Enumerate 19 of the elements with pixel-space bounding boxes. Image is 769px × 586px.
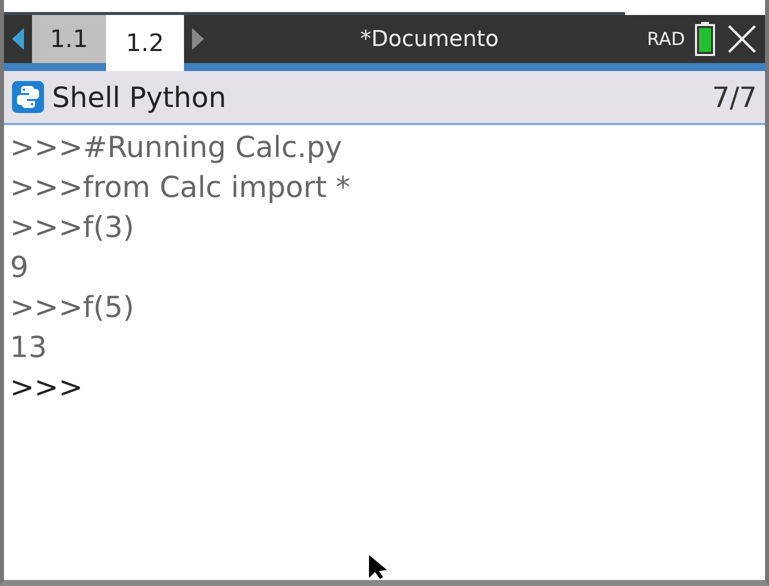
- shell-line: >>>: [10, 369, 84, 406]
- battery-icon: [695, 22, 715, 56]
- angle-mode: RAD: [647, 28, 685, 50]
- close-icon[interactable]: [727, 24, 757, 54]
- page-tab[interactable]: 1.2: [106, 15, 184, 71]
- left-arrow-icon[interactable]: [12, 28, 24, 50]
- document-title: *Documento: [359, 26, 500, 52]
- mouse-pointer-icon: [368, 554, 388, 580]
- app-title: Shell Python: [52, 80, 228, 114]
- shell-line: >>>from Calc import *: [10, 169, 352, 206]
- python-icon: [12, 81, 44, 113]
- right-arrow-icon[interactable]: [192, 28, 204, 50]
- shell-line: >>>#Running Calc.py: [10, 129, 344, 166]
- shell-line: 13: [10, 329, 48, 366]
- shell-line: 9: [10, 249, 30, 286]
- page-count: 7/7: [712, 80, 757, 114]
- page-tab[interactable]: 1.1: [32, 15, 106, 63]
- shell-line: >>>f(5): [10, 289, 136, 326]
- shell-line: >>>f(3): [10, 209, 136, 246]
